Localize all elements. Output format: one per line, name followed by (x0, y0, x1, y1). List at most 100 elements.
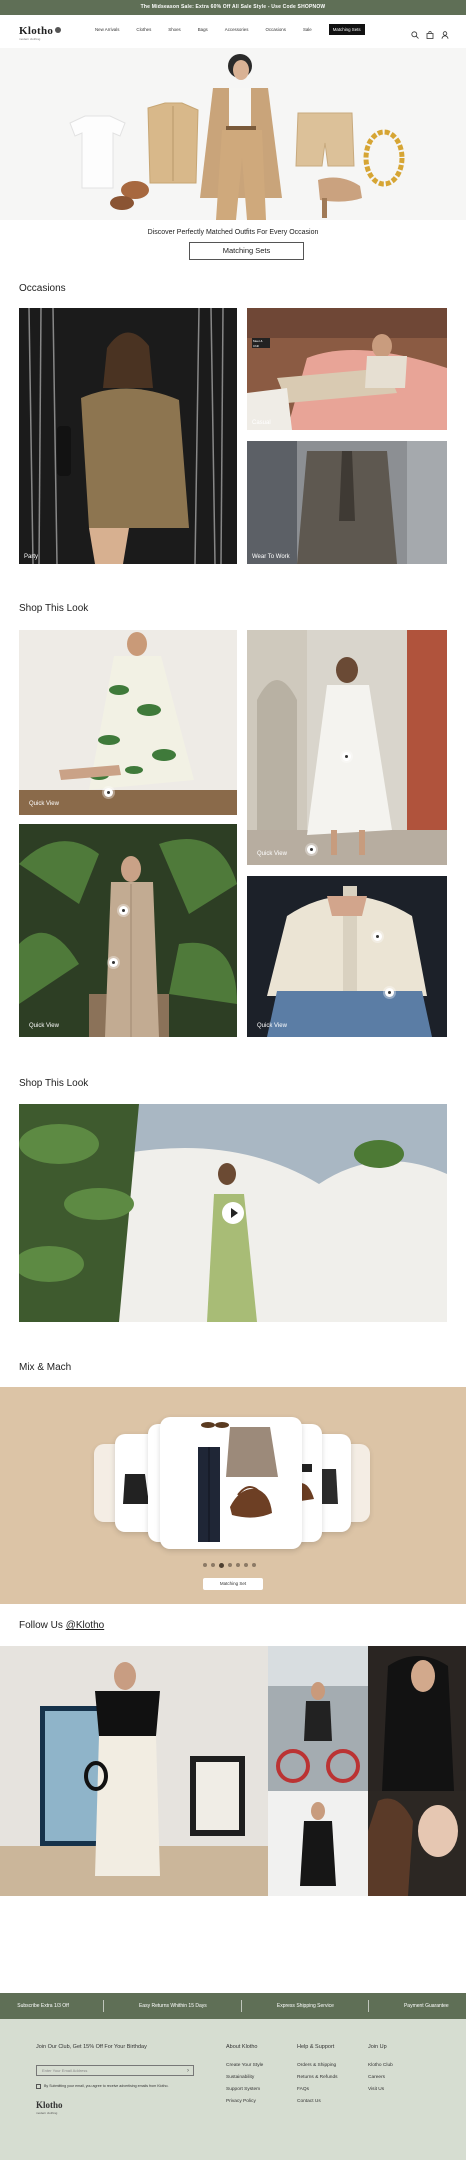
divider (241, 2000, 243, 2012)
main-nav: New Arrivals Clothes Shoes Bags Accessor… (95, 24, 382, 35)
mix-carousel (0, 1387, 466, 1604)
play-icon[interactable] (222, 1202, 244, 1224)
follow-title: Follow Us @Klotho (19, 1620, 104, 1631)
footer-link[interactable]: Create Your Style (226, 2063, 263, 2068)
user-icon[interactable] (441, 26, 449, 39)
mix-card-active[interactable] (160, 1417, 302, 1549)
club-title: Join Our Club, Get 15% Off For Your Birt… (36, 2044, 147, 2050)
bag-icon[interactable] (426, 26, 434, 39)
search-icon[interactable] (411, 26, 419, 39)
divider (368, 2000, 370, 2012)
occasion-card-wear-to-work[interactable]: Wear To Work (247, 441, 447, 564)
footer-tagline: modern clothing (36, 2111, 58, 2115)
nav-shoes[interactable]: Shoes (168, 27, 180, 35)
follow-prefix: Follow Us (19, 1620, 66, 1631)
nav-matching-sets[interactable]: Matching Sets (328, 24, 365, 35)
casual-badge: Meet & Chill (252, 338, 270, 348)
benefits-strip: Subscribe Extra 1/3 Off Easy Returns Whi… (0, 1993, 466, 2019)
quick-view-link[interactable]: Quick View (29, 801, 59, 807)
occasion-card-party[interactable]: Party (19, 308, 237, 564)
instagram-post-1[interactable] (0, 1646, 268, 1896)
email-field[interactable]: Enter Your Email Address › (36, 2065, 194, 2076)
footer-col-help-title: Help & Support (297, 2044, 335, 2050)
pager-dot-active[interactable] (219, 1562, 224, 1568)
footer-link[interactable]: Orders & Shipping (297, 2063, 336, 2068)
footer-link[interactable]: FAQs (297, 2087, 309, 2092)
quick-view-link[interactable]: Quick View (257, 851, 287, 857)
footer-link[interactable]: Careers (368, 2075, 385, 2080)
look-card-floral-dress[interactable]: Quick View (19, 630, 237, 815)
footer-link[interactable]: Support System (226, 2087, 260, 2092)
nav-bags[interactable]: Bags (198, 27, 208, 35)
pager-dot[interactable] (252, 1563, 256, 1567)
occasions-title: Occasions (19, 283, 66, 294)
hotspot-icon[interactable] (109, 958, 118, 967)
beige-suit-photo (19, 824, 237, 1037)
floral-dress-photo (19, 630, 237, 815)
nav-accessories[interactable]: Accessories (225, 27, 249, 35)
footer-link[interactable]: Contact Us (297, 2099, 321, 2104)
party-photo (19, 308, 237, 564)
footer-col-join-title: Join Up (368, 2044, 387, 2050)
nav-new-arrivals[interactable]: New Arrivals (95, 27, 119, 35)
divider (103, 2000, 105, 2012)
nav-sale[interactable]: Sale (303, 27, 312, 35)
wear-to-work-photo (247, 441, 447, 564)
benefit-subscribe[interactable]: Subscribe Extra 1/3 Off (17, 2003, 69, 2009)
mix-title: Mix & Mach (19, 1362, 72, 1373)
logo[interactable]: Klotho (19, 25, 62, 37)
occasion-label-party: Party (24, 554, 39, 560)
quick-view-link[interactable]: Quick View (29, 1023, 59, 1029)
announcement-bar[interactable]: The Midseason Sale: Extra 60% Off All Sa… (0, 0, 466, 15)
look-video[interactable] (19, 1104, 447, 1322)
consent-text: By Submitting your email, you agree to r… (44, 2084, 169, 2088)
occasion-label-casual: Casual (252, 420, 271, 426)
occasion-label-wear-to-work: Wear To Work (252, 554, 290, 560)
instagram-post-3[interactable] (368, 1646, 466, 1791)
quick-view-link[interactable]: Quick View (257, 1023, 287, 1029)
pager-dot[interactable] (203, 1563, 207, 1567)
hero-illustration (69, 54, 405, 220)
instagram-post-5[interactable] (368, 1791, 466, 1896)
pager-dot[interactable] (211, 1563, 215, 1567)
pager-dot[interactable] (244, 1563, 248, 1567)
benefit-payment[interactable]: Payment Guarantee (404, 2003, 449, 2009)
carousel-pager (203, 1562, 256, 1568)
nav-clothes[interactable]: Clothes (136, 27, 151, 35)
logo-mark-icon (55, 27, 62, 33)
matching-set-button[interactable]: Matching Set (203, 1578, 263, 1590)
footer-link[interactable]: Klotho Club (368, 2063, 393, 2068)
cream-jacket-photo (247, 876, 447, 1037)
look-card-white-dress[interactable]: Quick View (247, 630, 447, 865)
arrow-right-icon[interactable]: › (187, 2066, 189, 2076)
instagram-handle-link[interactable]: @Klotho (66, 1620, 105, 1631)
hotspot-icon[interactable] (119, 906, 128, 915)
hotspot-icon[interactable] (104, 788, 113, 797)
matching-sets-button[interactable]: Matching Sets (189, 242, 304, 260)
occasion-card-casual[interactable]: Meet & Chill Casual (247, 308, 447, 430)
benefit-returns[interactable]: Easy Returns Whithin 15 Days (139, 2003, 207, 2009)
pager-dot[interactable] (228, 1563, 232, 1567)
white-dress-photo (247, 630, 447, 865)
footer-link[interactable]: Visit Us (368, 2087, 384, 2092)
footer-link[interactable]: Sustainability (226, 2075, 254, 2080)
page: The Midseason Sale: Extra 60% Off All Sa… (0, 0, 466, 2160)
footer-link[interactable]: Privacy Policy (226, 2099, 256, 2104)
look-card-beige-suit[interactable]: Quick View (19, 824, 237, 1037)
hotspot-icon[interactable] (307, 845, 316, 854)
nav-occasions[interactable]: Occasions (265, 27, 286, 35)
instagram-post-4[interactable] (268, 1791, 368, 1896)
footer-link[interactable]: Returns & Refunds (297, 2075, 338, 2080)
hero-banner[interactable] (0, 48, 466, 220)
consent-checkbox[interactable] (36, 2084, 41, 2089)
pager-dot[interactable] (236, 1563, 240, 1567)
hotspot-icon[interactable] (342, 752, 351, 761)
logo-text: Klotho (19, 25, 54, 37)
look-card-cream-jacket[interactable]: Quick View (247, 876, 447, 1037)
hotspot-icon[interactable] (385, 988, 394, 997)
shop-look-video-title: Shop This Look (19, 1078, 89, 1089)
instagram-post-2[interactable] (268, 1646, 368, 1791)
footer-logo[interactable]: Klotho (36, 2100, 63, 2110)
hotspot-icon[interactable] (373, 932, 382, 941)
benefit-shipping[interactable]: Express Shipping Service (277, 2003, 334, 2009)
